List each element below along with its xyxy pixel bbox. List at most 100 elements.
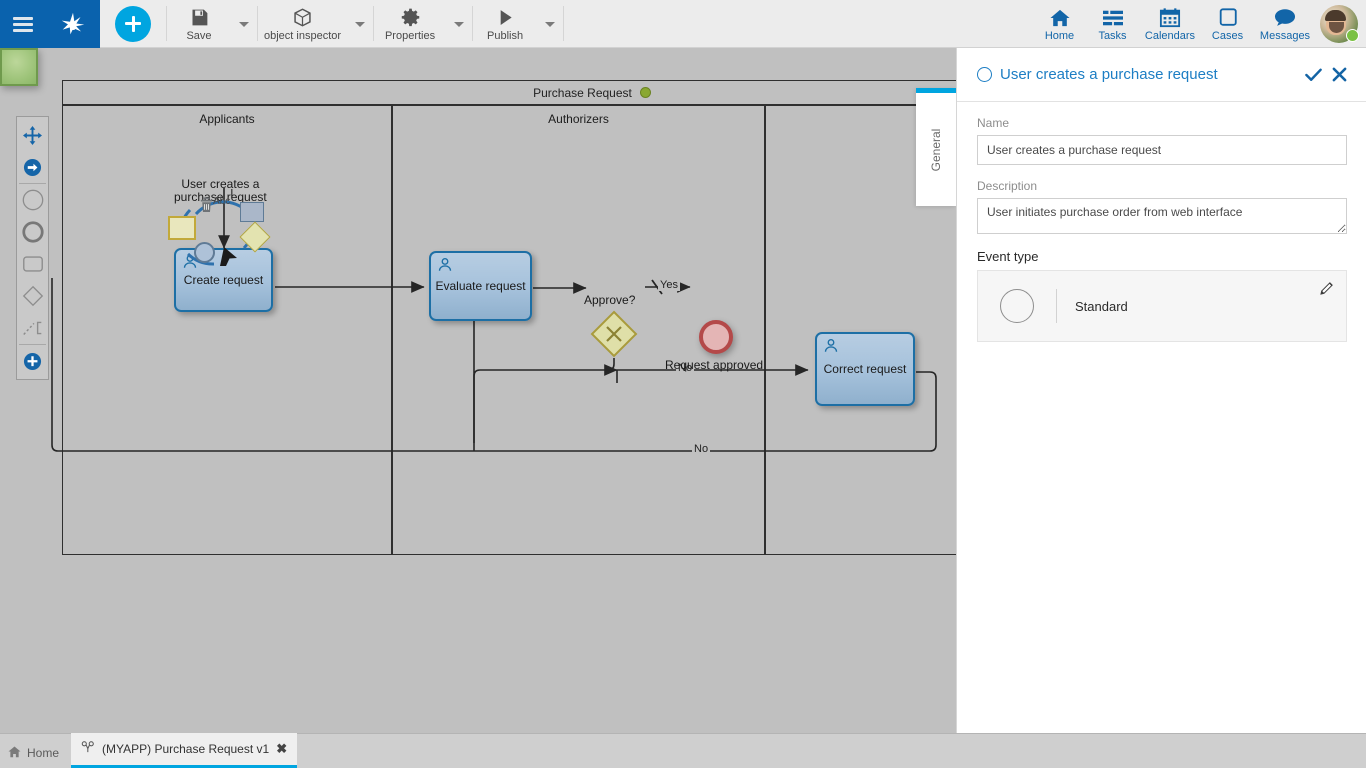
chevron-down-icon bbox=[239, 22, 249, 27]
top-toolbar: Save object inspector Properties Publish… bbox=[0, 0, 1366, 48]
user-task-icon bbox=[437, 257, 453, 276]
task-evaluate-request[interactable]: Evaluate request bbox=[429, 251, 532, 321]
end-event[interactable] bbox=[699, 320, 733, 354]
avatar-hair bbox=[1325, 10, 1346, 21]
task-correct-request-label: Correct request bbox=[824, 362, 907, 376]
publish-caret[interactable] bbox=[537, 0, 563, 48]
move-tool[interactable] bbox=[16, 119, 49, 151]
lane-authorizers-label: Authorizers bbox=[393, 112, 764, 126]
pencil-icon[interactable] bbox=[1319, 281, 1334, 301]
end-event-tool[interactable] bbox=[16, 216, 49, 248]
process-diagram-icon bbox=[81, 741, 95, 757]
save-caret[interactable] bbox=[231, 0, 257, 48]
lane-applicants[interactable]: Applicants bbox=[63, 106, 393, 554]
sequence-flow-tool[interactable] bbox=[16, 151, 49, 183]
home-icon bbox=[1049, 6, 1071, 28]
object-inspector-label: object inspector bbox=[264, 31, 341, 42]
save-label: Save bbox=[186, 31, 211, 42]
status-badge bbox=[1346, 29, 1359, 42]
taskbar-home[interactable]: Home bbox=[0, 738, 71, 768]
top-right-nav: Home Tasks Calen bbox=[1033, 0, 1366, 47]
event-type-name: Standard bbox=[1075, 299, 1128, 314]
publish-label: Publish bbox=[487, 31, 523, 42]
panel-header: User creates a purchase request bbox=[957, 48, 1366, 102]
panel-tab-general-label: General bbox=[929, 128, 943, 171]
tasks-list-icon bbox=[1102, 6, 1124, 28]
nav-cases-label: Cases bbox=[1212, 30, 1243, 42]
add-button-wrap bbox=[100, 0, 166, 47]
page-title: User creates a purchase request bbox=[1000, 66, 1300, 83]
nav-calendars[interactable]: Calendars bbox=[1139, 0, 1201, 48]
toolbar-divider bbox=[563, 6, 564, 41]
bottom-taskbar: Home (MYAPP) Purchase Request v1 ✖ bbox=[0, 733, 1366, 768]
close-button[interactable] bbox=[1326, 62, 1352, 88]
association-tool[interactable] bbox=[16, 312, 49, 344]
taskbar-home-label: Home bbox=[27, 746, 59, 760]
user-task-icon bbox=[823, 338, 839, 357]
task-correct-request[interactable]: Correct request bbox=[815, 332, 915, 406]
description-field-label: Description bbox=[977, 179, 1346, 193]
start-event[interactable] bbox=[0, 48, 38, 86]
save-button[interactable]: Save bbox=[167, 0, 231, 48]
pool-status-dot bbox=[640, 87, 651, 98]
description-input[interactable] bbox=[977, 198, 1347, 234]
hamburger-icon[interactable] bbox=[13, 17, 33, 32]
pool-header: Purchase Request bbox=[63, 81, 956, 106]
cube-icon bbox=[292, 6, 313, 28]
text-cursor-icon: I bbox=[230, 186, 234, 201]
nav-home[interactable]: Home bbox=[1033, 0, 1086, 48]
nav-calendars-label: Calendars bbox=[1145, 30, 1195, 42]
panel-body: Name Description Event type Standard bbox=[957, 102, 1366, 342]
end-event-label: Request approved bbox=[665, 358, 763, 372]
plain-circle-icon bbox=[1000, 289, 1034, 323]
lane-applicants-label: Applicants bbox=[63, 112, 391, 126]
publish-button[interactable]: Publish bbox=[473, 0, 537, 48]
object-inspector-caret[interactable] bbox=[347, 0, 373, 48]
nav-tasks[interactable]: Tasks bbox=[1086, 0, 1139, 48]
properties-button[interactable]: Properties bbox=[374, 0, 446, 48]
play-icon bbox=[495, 6, 516, 28]
diagram-canvas[interactable]: Purchase Request Applicants Authorizers bbox=[0, 48, 956, 715]
nav-messages[interactable]: Messages bbox=[1254, 0, 1316, 48]
save-floppy-icon bbox=[189, 6, 210, 28]
event-type-label: Event type bbox=[977, 249, 1346, 264]
shape-palette bbox=[16, 116, 49, 380]
event-circle-icon[interactable] bbox=[194, 242, 215, 263]
abc-label: Abc bbox=[213, 196, 230, 207]
name-field-label: Name bbox=[977, 116, 1346, 130]
avatar[interactable] bbox=[1316, 0, 1362, 48]
case-square-icon bbox=[1217, 6, 1239, 28]
event-type-card[interactable]: Standard bbox=[977, 270, 1347, 342]
abc-text-icon[interactable]: Abc I bbox=[213, 191, 230, 209]
start-event-tool[interactable] bbox=[16, 184, 49, 216]
nav-cases[interactable]: Cases bbox=[1201, 0, 1254, 48]
card-divider bbox=[1056, 289, 1057, 323]
properties-caret[interactable] bbox=[446, 0, 472, 48]
properties-panel: User creates a purchase request Name Des… bbox=[956, 48, 1366, 768]
task-tool[interactable] bbox=[16, 248, 49, 280]
add-element-tool[interactable] bbox=[16, 345, 49, 377]
task-rect-icon[interactable] bbox=[240, 202, 264, 222]
home-small-icon bbox=[8, 746, 21, 761]
chevron-down-icon bbox=[454, 22, 464, 27]
nav-tasks-label: Tasks bbox=[1098, 30, 1126, 42]
name-input[interactable] bbox=[977, 135, 1347, 165]
gateway-label: Approve? bbox=[584, 293, 635, 307]
calendar-icon bbox=[1159, 6, 1181, 28]
panel-tab-general[interactable]: General bbox=[916, 88, 956, 206]
exclusive-gateway[interactable] bbox=[590, 310, 638, 358]
bizagi-bird-logo[interactable] bbox=[58, 9, 88, 39]
annotation-rect-icon[interactable] bbox=[168, 216, 196, 240]
mouse-pointer-icon bbox=[218, 242, 240, 268]
nav-home-label: Home bbox=[1045, 30, 1074, 42]
confirm-button[interactable] bbox=[1300, 62, 1326, 88]
taskbar-tab-purchase-request[interactable]: (MYAPP) Purchase Request v1 ✖ bbox=[71, 733, 297, 768]
close-icon[interactable]: ✖ bbox=[276, 741, 287, 757]
gear-icon bbox=[400, 6, 421, 28]
plus-icon[interactable] bbox=[115, 6, 151, 42]
object-inspector-button[interactable]: object inspector bbox=[258, 0, 347, 48]
brand-block bbox=[0, 0, 100, 48]
radial-context-menu[interactable]: User creates a purchase request Abc I bbox=[166, 184, 278, 279]
gateway-tool[interactable] bbox=[16, 280, 49, 312]
message-bubble-icon bbox=[1273, 6, 1297, 28]
